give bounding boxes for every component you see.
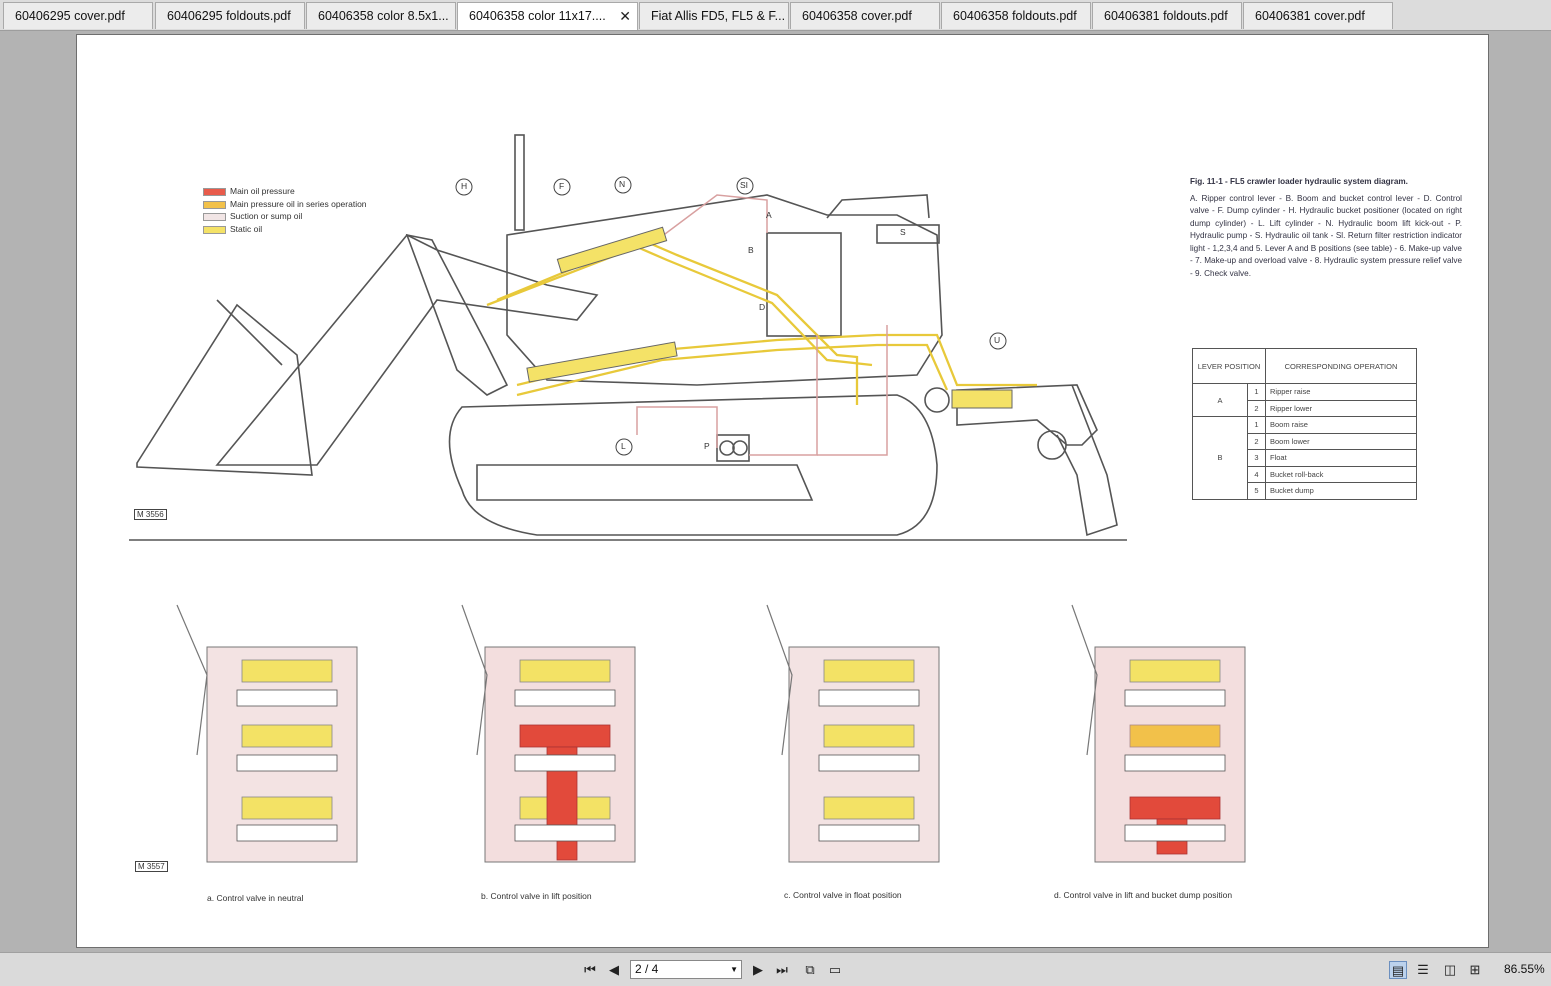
valve-caption-c: c. Control valve in float position (784, 890, 902, 900)
valve-caption-d: d. Control valve in lift and bucket dump… (1054, 890, 1233, 900)
callout-U: U (994, 335, 1001, 345)
figure-code-top: M 3556 (134, 509, 167, 520)
legend-label: Static oil (230, 223, 263, 234)
lever-cell: A (1192, 383, 1248, 417)
table-header: LEVER POSITION CORRESPONDING OPERATION (1192, 348, 1417, 384)
callout-F: F (559, 181, 565, 191)
tab-label: 60406358 foldouts.pdf (953, 9, 1077, 23)
tab-3-active[interactable]: 60406358 color 11x17.... ✕ (457, 2, 638, 30)
zoom-level[interactable]: 86.55% (1504, 962, 1545, 976)
callout-P: P (704, 441, 710, 451)
fit-width-icon[interactable]: ▭ (826, 961, 844, 979)
tab-label: 60406295 cover.pdf (15, 9, 125, 23)
pdf-page: Main oil pressure Main pressure oil in s… (76, 34, 1489, 948)
legend-item: Main oil pressure (203, 185, 367, 198)
callout-SI: SI (740, 180, 749, 190)
next-page-icon[interactable]: ▶ (749, 961, 767, 979)
lever-cell: B (1192, 416, 1248, 500)
callout-H: H (461, 181, 468, 191)
header-lever-position: LEVER POSITION (1192, 348, 1266, 384)
tab-1[interactable]: 60406295 foldouts.pdf (155, 2, 305, 29)
navigation-toolbar: ⏮ ◀ 2 / 4 ▼ ▶ ⏭ ⧉ ▭ ▤ ☰ ◫ ⊞ 86.55% (0, 952, 1551, 986)
op-cell: Boom raise (1265, 416, 1417, 434)
op-cell: Bucket roll-back (1265, 465, 1417, 483)
num-cell: 1 (1247, 416, 1266, 434)
tab-0[interactable]: 60406295 cover.pdf (3, 2, 153, 29)
callout-A: A (766, 210, 772, 220)
table-row: A 1 Ripper raise (1192, 383, 1417, 417)
legend-swatch (203, 225, 226, 234)
tab-label: 60406358 color 8.5x1... (318, 9, 449, 23)
op-cell: Ripper raise (1265, 383, 1417, 401)
legend: Main oil pressure Main pressure oil in s… (203, 185, 367, 235)
figure-caption: Fig. 11-1 - FL5 crawler loader hydraulic… (1190, 176, 1462, 280)
legend-swatch (203, 200, 226, 209)
table-row: B 1 Boom raise (1192, 416, 1417, 500)
lever-position-table: LEVER POSITION CORRESPONDING OPERATION A… (1192, 348, 1417, 500)
legend-label: Suction or sump oil (230, 211, 303, 221)
op-cell: Ripper lower (1265, 399, 1417, 417)
figure-title: Fig. 11-1 - FL5 crawler loader hydraulic… (1190, 177, 1408, 186)
continuous-view-icon[interactable]: ☰ (1414, 961, 1432, 979)
callout-D: D (759, 302, 766, 312)
tab-6[interactable]: 60406358 foldouts.pdf (941, 2, 1091, 29)
valve-caption-a: a. Control valve in neutral (207, 893, 304, 903)
header-operation: CORRESPONDING OPERATION (1265, 348, 1417, 384)
num-cell: 1 (1247, 383, 1266, 401)
tab-label: Fiat Allis FD5, FL5 & F... (651, 9, 786, 23)
tab-7[interactable]: 60406381 foldouts.pdf (1092, 2, 1242, 29)
tab-label: 60406358 color 11x17.... (469, 9, 606, 23)
callout-L: L (621, 441, 626, 451)
num-cell: 3 (1247, 449, 1266, 467)
tab-8[interactable]: 60406381 cover.pdf (1243, 2, 1393, 29)
single-page-view-icon[interactable]: ▤ (1389, 961, 1407, 979)
callout-S: S (900, 227, 906, 237)
legend-item: Static oil (203, 223, 367, 236)
num-cell: 2 (1247, 432, 1266, 450)
two-page-view-icon[interactable]: ◫ (1441, 961, 1459, 979)
fit-page-icon[interactable]: ⧉ (801, 961, 819, 979)
callout-N: N (619, 179, 626, 189)
tab-label: 60406358 cover.pdf (802, 9, 912, 23)
callout-B: B (748, 245, 754, 255)
tab-4[interactable]: Fiat Allis FD5, FL5 & F... (639, 2, 789, 29)
tab-5[interactable]: 60406358 cover.pdf (790, 2, 940, 29)
tab-bar: 60406295 cover.pdf 60406295 foldouts.pdf… (0, 0, 1551, 31)
last-page-icon[interactable]: ⏭ (773, 961, 791, 979)
legend-swatch (203, 188, 226, 196)
legend-swatch (203, 213, 226, 221)
valve-caption-b: b. Control valve in lift position (481, 891, 592, 901)
first-page-icon[interactable]: ⏮ (581, 961, 599, 979)
tab-label: 60406381 cover.pdf (1255, 9, 1365, 23)
legend-item: Main pressure oil in series operation (203, 198, 367, 211)
tab-2[interactable]: 60406358 color 8.5x1... (306, 2, 456, 29)
page-number-select[interactable]: 2 / 4 ▼ (630, 960, 742, 979)
legend-label: Main oil pressure (230, 186, 295, 196)
page-number-value: 2 / 4 (635, 962, 659, 976)
figure-caption-text: A. Ripper control lever - B. Boom and bu… (1190, 193, 1462, 278)
op-cell: Boom lower (1265, 432, 1417, 450)
figure-code-bottom: M 3557 (135, 861, 168, 872)
op-cell: Float (1265, 449, 1417, 467)
num-cell: 4 (1247, 465, 1266, 483)
num-cell: 2 (1247, 399, 1266, 417)
legend-label: Main pressure oil in series operation (230, 198, 367, 209)
previous-page-icon[interactable]: ◀ (605, 961, 623, 979)
close-tab-icon[interactable]: ✕ (619, 3, 631, 30)
legend-item: Suction or sump oil (203, 210, 367, 223)
num-cell: 5 (1247, 482, 1266, 500)
op-cell: Bucket dump (1265, 482, 1417, 500)
tab-label: 60406381 foldouts.pdf (1104, 9, 1228, 23)
two-page-continuous-icon[interactable]: ⊞ (1466, 961, 1484, 979)
tab-label: 60406295 foldouts.pdf (167, 9, 291, 23)
chevron-down-icon: ▼ (730, 965, 738, 974)
